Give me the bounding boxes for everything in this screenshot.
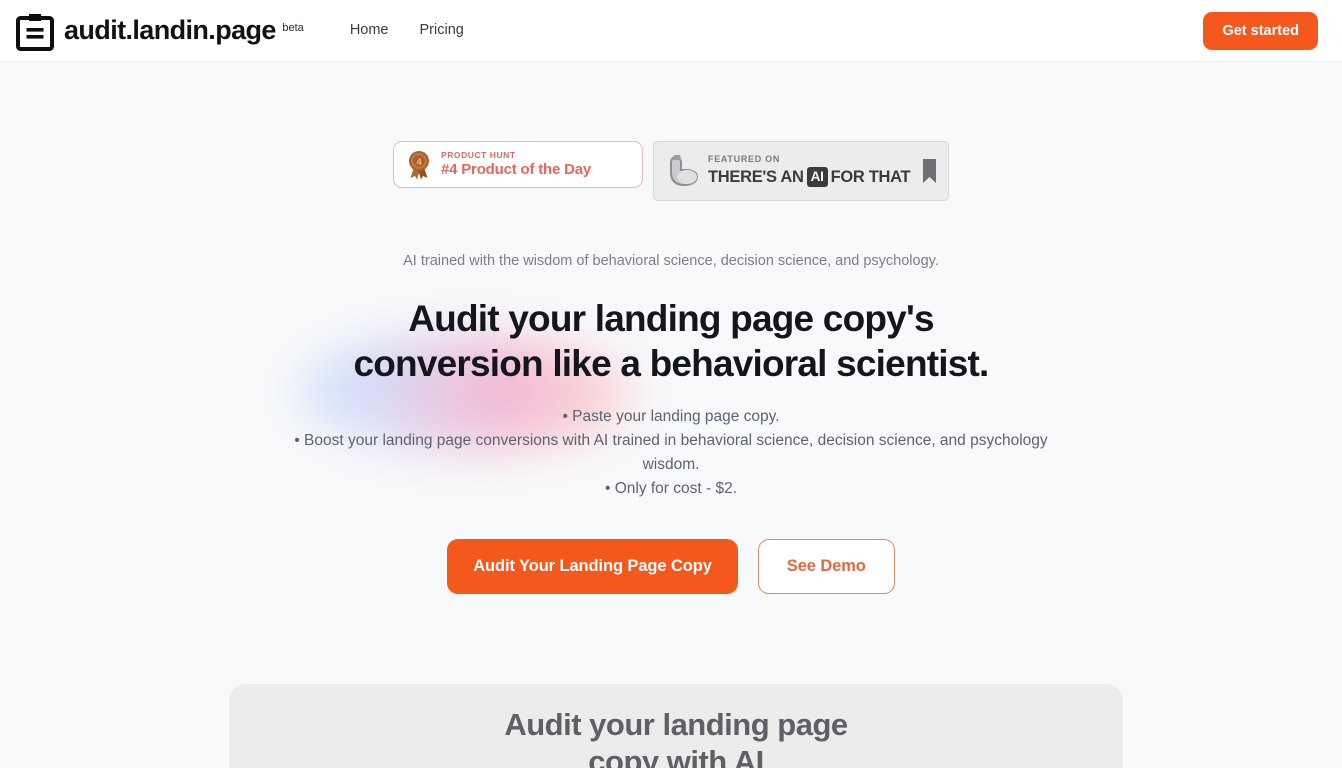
theres-an-ai-for-that-texts: FEATURED ON THERE'S AN AI FOR THAT <box>708 153 915 188</box>
demo-preview-card[interactable]: Audit your landing page copy with AI Get… <box>229 684 1123 768</box>
taaft-kicker: FEATURED ON <box>708 153 781 164</box>
product-hunt-texts: PRODUCT HUNT #4 Product of the Day <box>441 149 591 179</box>
brand-name: audit.landin.page beta <box>64 10 304 50</box>
taaft-title: THERE'S AN AI FOR THAT <box>708 166 915 188</box>
see-demo-button[interactable]: See Demo <box>757 539 895 595</box>
demo-title-line-2: copy with AI <box>588 744 764 768</box>
flexed-arm-icon <box>662 151 702 191</box>
headline-line-1: Audit your landing page copy's <box>408 298 934 340</box>
site-header: audit.landin.page beta Home Pricing Get … <box>0 0 1342 62</box>
product-hunt-kicker: PRODUCT HUNT <box>441 149 516 160</box>
nav-item-pricing[interactable]: Pricing <box>420 23 464 38</box>
svg-text:4: 4 <box>416 157 421 167</box>
product-hunt-title: #4 Product of the Day <box>441 161 591 179</box>
theres-an-ai-for-that-badge[interactable]: FEATURED ON THERE'S AN AI FOR THAT <box>653 141 949 201</box>
demo-title-line-1: Audit your landing page <box>504 707 848 742</box>
audit-landing-page-copy-button[interactable]: Audit Your Landing Page Copy <box>447 539 738 595</box>
clipboard-icon <box>16 13 54 51</box>
get-started-button[interactable]: Get started <box>1203 11 1318 50</box>
hero-bullet-2: • Boost your landing page conversions wi… <box>294 432 1048 474</box>
page-body: 4 PRODUCT HUNT #4 Product of the Day FEA… <box>0 62 1342 768</box>
taaft-title-before: THERE'S AN <box>708 167 804 186</box>
brand-logo[interactable]: audit.landin.page beta <box>16 10 304 51</box>
headline-line-2: conversion like a behavioral scientist. <box>353 343 989 385</box>
product-hunt-badge[interactable]: 4 PRODUCT HUNT #4 Product of the Day <box>393 141 643 188</box>
bookmark-icon <box>921 158 938 184</box>
hero-cta-row: Audit Your Landing Page Copy See Demo <box>0 539 1342 595</box>
brand-name-text: audit.landin.page <box>64 15 276 45</box>
hero-section: 4 PRODUCT HUNT #4 Product of the Day FEA… <box>0 62 1342 595</box>
page-title: Audit your landing page copy's conversio… <box>0 296 1342 386</box>
hero-bullet-1: • Paste your landing page copy. <box>562 408 780 426</box>
main-nav: Home Pricing <box>350 23 464 38</box>
hero-eyebrow: AI trained with the wisdom of behavioral… <box>403 253 939 269</box>
hero-bullet-3: • Only for cost - $2. <box>604 480 738 498</box>
medal-icon: 4 <box>406 150 432 180</box>
taaft-title-after: FOR THAT <box>830 167 911 186</box>
nav-item-home[interactable]: Home <box>350 23 389 38</box>
demo-preview-title: Audit your landing page copy with AI <box>229 706 1123 768</box>
beta-badge: beta <box>282 22 304 34</box>
hero-bullets: • Paste your landing page copy. • Boost … <box>291 405 1051 501</box>
badge-row: 4 PRODUCT HUNT #4 Product of the Day FEA… <box>0 141 1342 201</box>
taaft-ai-chip: AI <box>806 166 828 188</box>
